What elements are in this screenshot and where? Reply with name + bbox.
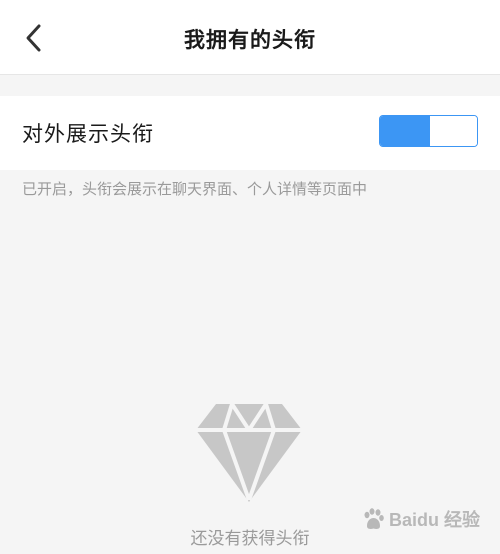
display-title-setting-row: 对外展示头衔 xyxy=(0,96,500,170)
watermark-text: Baidu 经验 xyxy=(388,510,480,530)
diamond-icon xyxy=(196,402,302,502)
display-title-toggle[interactable] xyxy=(379,115,478,147)
toggle-knob xyxy=(429,116,477,146)
page-title: 我拥有的头衔 xyxy=(184,28,316,52)
setting-label: 对外展示头衔 xyxy=(22,122,154,146)
header-bar: 我拥有的头衔 xyxy=(0,0,500,75)
baidu-paw-icon xyxy=(364,508,384,529)
hint-text: 已开启，头衔会展示在聊天界面、个人详情等页面中 xyxy=(22,180,368,198)
watermark: Baidu 经验 xyxy=(361,506,480,532)
toggle-fill xyxy=(380,116,429,146)
